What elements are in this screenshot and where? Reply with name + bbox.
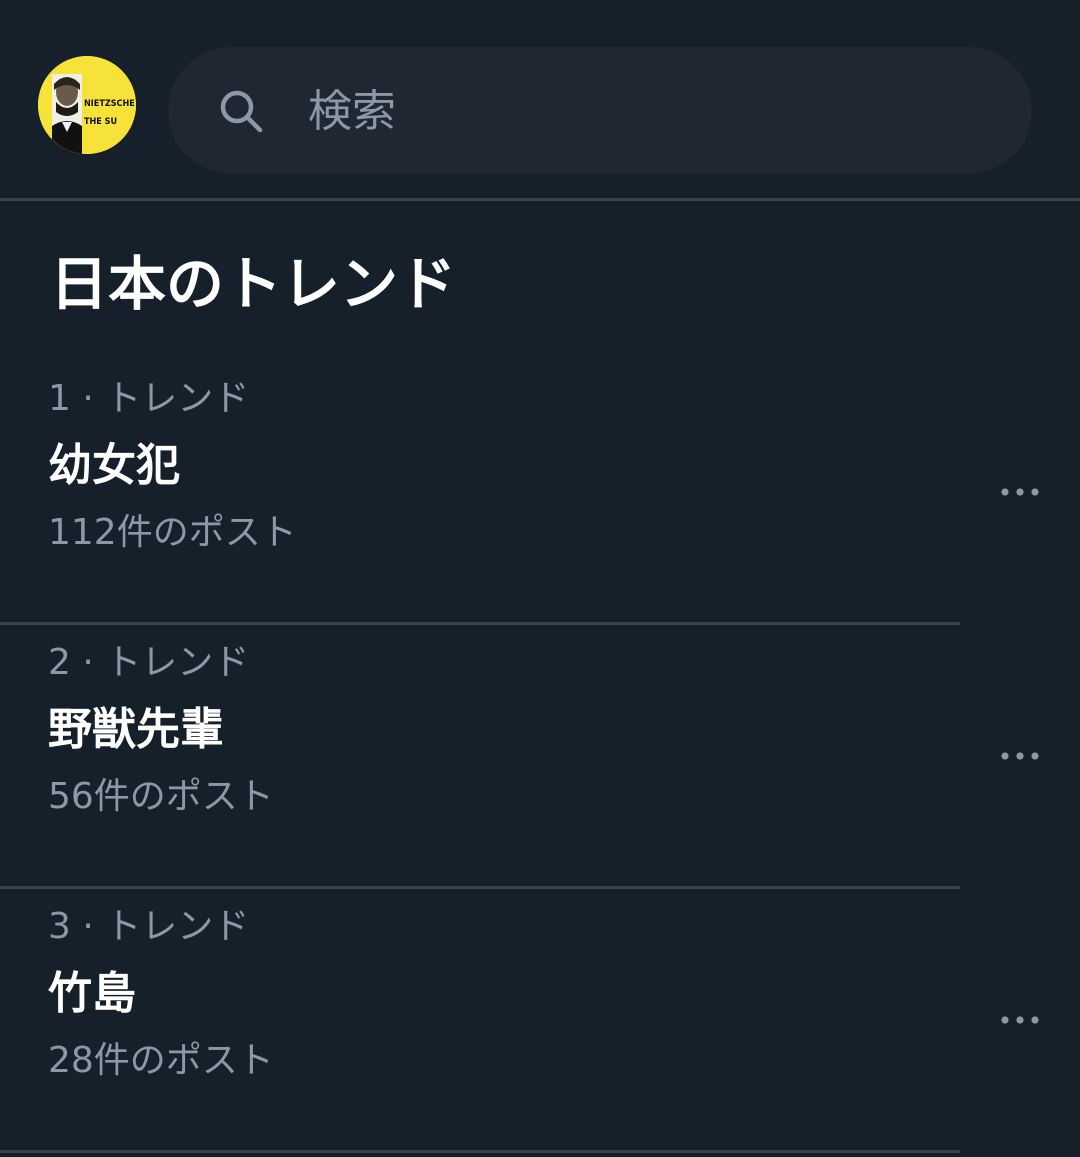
svg-text:NIETZSCHE ON:: NIETZSCHE ON: (84, 99, 136, 109)
avatar-image: NIETZSCHE ON: THE SU (38, 56, 136, 154)
trend-name: 野獣先輩 (48, 704, 224, 755)
svg-text:THE SU: THE SU (84, 117, 117, 127)
trend-more-button[interactable] (994, 998, 1046, 1042)
more-horizontal-icon (1001, 488, 1039, 496)
trend-post-count: 112件のポスト (48, 512, 297, 553)
trend-name: 竹島 (48, 968, 136, 1019)
search-icon (220, 90, 263, 133)
trend-rank-label: 2 · トレンド (48, 642, 250, 683)
trend-post-count: 56件のポスト (48, 776, 274, 817)
trend-name: 幼女犯 (48, 440, 180, 491)
trend-post-count: 28件のポスト (48, 1040, 274, 1081)
trend-rank-label: 3 · トレンド (48, 906, 250, 947)
trend-item[interactable]: 1 · トレンド幼女犯 112件のポスト (0, 358, 960, 625)
trend-item[interactable]: 3 · トレンド竹島 28件のポスト (0, 886, 960, 1153)
trend-rank-label: 1 · トレンド (48, 378, 250, 419)
more-horizontal-icon (1001, 1016, 1039, 1024)
trend-more-button[interactable] (994, 470, 1046, 514)
search-input[interactable] (308, 80, 988, 142)
profile-avatar[interactable]: NIETZSCHE ON: THE SU (38, 56, 136, 154)
trend-more-button[interactable] (994, 734, 1046, 778)
trend-item[interactable]: 2 · トレンド野獣先輩 56件のポスト (0, 622, 960, 889)
top-bar: NIETZSCHE ON: THE SU (0, 0, 1080, 201)
more-horizontal-icon (1001, 752, 1039, 760)
section-title: 日本のトレンド (50, 250, 457, 318)
